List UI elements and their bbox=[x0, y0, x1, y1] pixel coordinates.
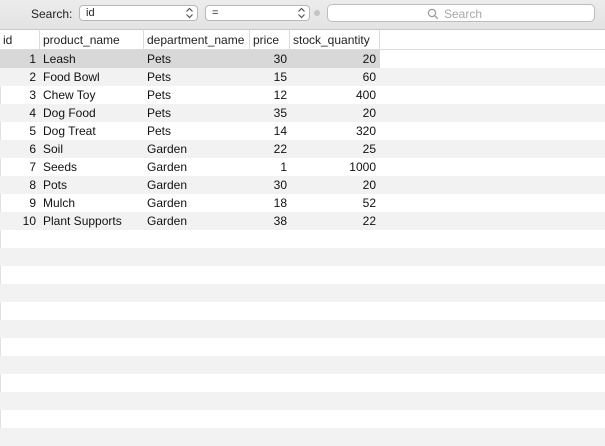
cell-department-name[interactable]: Garden bbox=[147, 176, 249, 194]
cell-department-name[interactable]: Pets bbox=[147, 104, 249, 122]
filter-status-dot bbox=[314, 10, 320, 16]
cell-product-name[interactable]: Leash bbox=[43, 50, 143, 68]
cell-product-name[interactable]: Soil bbox=[43, 140, 143, 158]
cell-price[interactable]: 14 bbox=[250, 122, 287, 140]
cell-department-name[interactable]: Pets bbox=[147, 68, 249, 86]
table-row[interactable]: 7 Seeds Garden 1 1000 bbox=[0, 158, 605, 176]
cell-product-name[interactable]: Pots bbox=[43, 176, 143, 194]
cell-stock-quantity[interactable]: 25 bbox=[290, 140, 376, 158]
cell-department-name[interactable]: Pets bbox=[147, 122, 249, 140]
cell-id[interactable]: 9 bbox=[0, 194, 36, 212]
cell-stock-quantity[interactable]: 60 bbox=[290, 68, 376, 86]
empty-row bbox=[0, 230, 605, 248]
cell-product-name[interactable]: Dog Treat bbox=[43, 122, 143, 140]
cell-stock-quantity[interactable]: 20 bbox=[290, 104, 376, 122]
empty-row bbox=[0, 428, 605, 446]
table-row[interactable]: 2 Food Bowl Pets 15 60 bbox=[0, 68, 605, 86]
cell-id[interactable]: 5 bbox=[0, 122, 36, 140]
column-header-price[interactable]: price bbox=[250, 30, 290, 49]
operator-select-value: = bbox=[212, 7, 219, 19]
cell-department-name[interactable]: Pets bbox=[147, 86, 249, 104]
empty-row bbox=[0, 284, 605, 302]
empty-row bbox=[0, 410, 605, 428]
cell-stock-quantity[interactable]: 22 bbox=[290, 212, 376, 230]
cell-price[interactable]: 22 bbox=[250, 140, 287, 158]
column-header-product-name[interactable]: product_name bbox=[40, 30, 144, 49]
empty-row bbox=[0, 356, 605, 374]
cell-price[interactable]: 1 bbox=[250, 158, 287, 176]
table-row[interactable]: 8 Pots Garden 30 20 bbox=[0, 176, 605, 194]
cell-stock-quantity[interactable]: 320 bbox=[290, 122, 376, 140]
updown-chevron-icon bbox=[186, 7, 193, 19]
table-row[interactable]: 3 Chew Toy Pets 12 400 bbox=[0, 86, 605, 104]
table-row[interactable]: 1 Leash Pets 30 20 bbox=[0, 50, 605, 68]
column-select[interactable]: id bbox=[79, 5, 198, 21]
column-header-department-name[interactable]: department_name bbox=[144, 30, 250, 49]
cell-department-name[interactable]: Garden bbox=[147, 194, 249, 212]
search-icon bbox=[427, 8, 439, 20]
column-header-stock-quantity[interactable]: stock_quantity bbox=[290, 30, 380, 49]
table-header: id product_name department_name price st… bbox=[0, 30, 605, 50]
table-row[interactable]: 4 Dog Food Pets 35 20 bbox=[0, 104, 605, 122]
cell-product-name[interactable]: Plant Supports bbox=[43, 212, 143, 230]
cell-id[interactable]: 6 bbox=[0, 140, 36, 158]
cell-price[interactable]: 30 bbox=[250, 176, 287, 194]
results-table: id product_name department_name price st… bbox=[0, 30, 605, 446]
cell-id[interactable]: 2 bbox=[0, 68, 36, 86]
cell-stock-quantity[interactable]: 20 bbox=[290, 176, 376, 194]
cell-stock-quantity[interactable]: 52 bbox=[290, 194, 376, 212]
cell-price[interactable]: 12 bbox=[250, 86, 287, 104]
cell-price[interactable]: 18 bbox=[250, 194, 287, 212]
cell-stock-quantity[interactable]: 1000 bbox=[290, 158, 376, 176]
filter-bar: Search: id = Search bbox=[0, 0, 605, 30]
cell-price[interactable]: 38 bbox=[250, 212, 287, 230]
empty-row bbox=[0, 302, 605, 320]
cell-department-name[interactable]: Garden bbox=[147, 212, 249, 230]
search-input[interactable]: Search bbox=[327, 4, 595, 22]
table-row[interactable]: 9 Mulch Garden 18 52 bbox=[0, 194, 605, 212]
column-header-id[interactable]: id bbox=[0, 30, 40, 49]
cell-product-name[interactable]: Dog Food bbox=[43, 104, 143, 122]
cell-department-name[interactable]: Pets bbox=[147, 50, 249, 68]
cell-department-name[interactable]: Garden bbox=[147, 140, 249, 158]
cell-id[interactable]: 1 bbox=[0, 50, 36, 68]
empty-row bbox=[0, 266, 605, 284]
cell-product-name[interactable]: Mulch bbox=[43, 194, 143, 212]
operator-select[interactable]: = bbox=[205, 5, 310, 21]
updown-chevron-icon bbox=[298, 7, 305, 19]
empty-row bbox=[0, 392, 605, 410]
cell-stock-quantity[interactable]: 20 bbox=[290, 50, 376, 68]
cell-price[interactable]: 35 bbox=[250, 104, 287, 122]
table-row[interactable]: 5 Dog Treat Pets 14 320 bbox=[0, 122, 605, 140]
cell-product-name[interactable]: Chew Toy bbox=[43, 86, 143, 104]
search-label: Search: bbox=[31, 7, 73, 21]
column-select-value: id bbox=[86, 7, 95, 19]
cell-product-name[interactable]: Seeds bbox=[43, 158, 143, 176]
cell-id[interactable]: 7 bbox=[0, 158, 36, 176]
empty-row bbox=[0, 248, 605, 266]
table-row[interactable]: 10 Plant Supports Garden 38 22 bbox=[0, 212, 605, 230]
cell-id[interactable]: 3 bbox=[0, 86, 36, 104]
cell-id[interactable]: 4 bbox=[0, 104, 36, 122]
search-placeholder: Search bbox=[444, 7, 483, 21]
cell-stock-quantity[interactable]: 400 bbox=[290, 86, 376, 104]
empty-row bbox=[0, 374, 605, 392]
cell-price[interactable]: 15 bbox=[250, 68, 287, 86]
cell-department-name[interactable]: Garden bbox=[147, 158, 249, 176]
cell-price[interactable]: 30 bbox=[250, 50, 287, 68]
empty-row bbox=[0, 338, 605, 356]
cell-product-name[interactable]: Food Bowl bbox=[43, 68, 143, 86]
cell-id[interactable]: 10 bbox=[0, 212, 36, 230]
table-row[interactable]: 6 Soil Garden 22 25 bbox=[0, 140, 605, 158]
cell-id[interactable]: 8 bbox=[0, 176, 36, 194]
empty-row bbox=[0, 320, 605, 338]
